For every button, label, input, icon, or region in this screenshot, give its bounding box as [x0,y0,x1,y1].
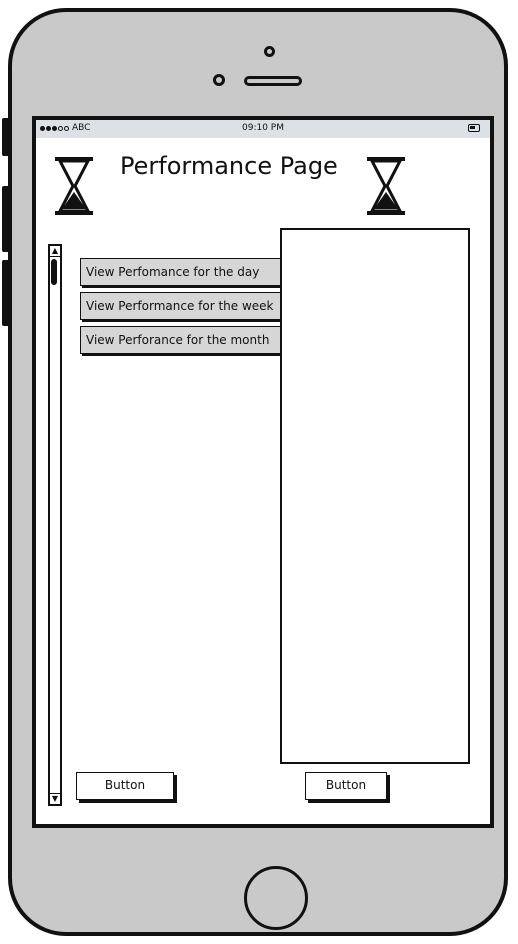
battery-icon [468,124,480,132]
status-bar: ABC 09:10 PM [36,120,490,138]
earpiece-speaker [244,76,302,86]
status-time: 09:10 PM [242,123,284,133]
proximity-sensor [213,74,225,86]
footer-left-button[interactable]: Button [76,772,174,800]
home-button[interactable] [244,866,308,930]
scroll-down-icon[interactable]: ▼ [50,793,60,804]
menu-item-day[interactable]: View Perfomance for the day [80,258,290,286]
volume-down-button[interactable] [2,260,11,326]
hourglass-icon [55,157,93,215]
page-title: Performance Page [120,152,338,180]
footer-right-button[interactable]: Button [305,772,387,800]
hourglass-icon [367,157,405,215]
vertical-scrollbar[interactable]: ▲ ▼ [48,244,62,806]
volume-up-button[interactable] [2,186,11,252]
menu-item-week[interactable]: View Performance for the week [80,292,290,320]
scroll-thumb[interactable] [51,259,57,285]
mute-switch[interactable] [2,118,11,156]
scroll-up-icon[interactable]: ▲ [50,246,60,257]
menu-item-month[interactable]: View Perforance for the month [80,326,290,354]
performance-display-panel [280,228,470,764]
front-camera [264,46,275,57]
screen: ABC 09:10 PM Performance Page ▲ ▼ View P… [32,116,494,828]
